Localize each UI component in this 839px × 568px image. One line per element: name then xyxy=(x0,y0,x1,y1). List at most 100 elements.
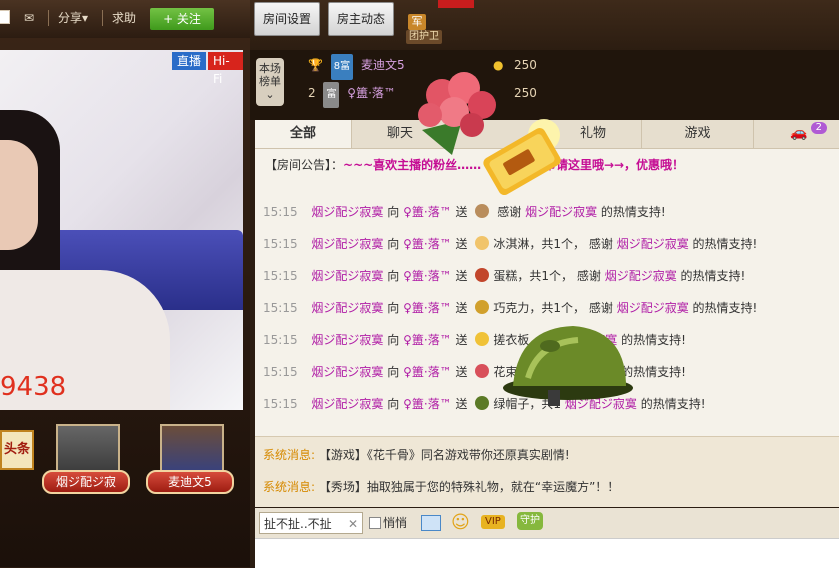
emoji-icon[interactable]: ☺ xyxy=(451,512,470,533)
message-time: 15:15 xyxy=(263,237,298,251)
headline-sign[interactable]: 头条 xyxy=(0,430,34,470)
owner-dynamics-button[interactable]: 房主动态 xyxy=(328,2,395,36)
action: 送 xyxy=(455,269,468,283)
rank-label-text: 本场榜单 xyxy=(259,62,281,88)
gift-icon xyxy=(475,332,490,346)
recipient-select[interactable]: 扯不扯..不扯 ✕ xyxy=(259,512,363,534)
close-icon[interactable]: ✕ xyxy=(348,513,358,535)
receiver-name[interactable]: ♀簠·落™ xyxy=(403,397,452,411)
recipient-label: 扯不扯..不扯 xyxy=(264,517,332,531)
sender-name[interactable]: 烟ジ配ジ寂寞 xyxy=(311,301,383,315)
level-badge: 富 xyxy=(323,82,340,108)
sender-name[interactable]: 烟ジ配ジ寂寞 xyxy=(311,205,383,219)
message-time: 15:15 xyxy=(263,365,298,379)
gift-icon xyxy=(475,204,490,218)
avatar-name: 麦迪文5 xyxy=(146,470,234,494)
end-text: 的热情支持! xyxy=(692,301,758,315)
gift-text: 冰淇淋，共1个， xyxy=(493,237,586,251)
message-time: 15:15 xyxy=(263,301,298,315)
rank-score: 250 xyxy=(514,86,537,100)
announce-text: ~~~喜欢主播的粉丝…… xyxy=(343,158,482,172)
car-icon[interactable]: 🚗 xyxy=(790,125,807,141)
rank-row[interactable]: 2 富 ♀簠·落™ 250 xyxy=(308,80,537,108)
sender-name[interactable]: 烟ジ配ジ寂寞 xyxy=(311,397,383,411)
trophy-icon: 🏆 xyxy=(308,58,323,72)
thanks-text: 感谢 xyxy=(576,269,601,283)
army-icon: 军 xyxy=(408,14,426,30)
action: 送 xyxy=(455,237,468,251)
receiver-name[interactable]: ♀簠·落™ xyxy=(403,301,452,315)
avatar-name: 烟ジ配ジ寂 xyxy=(42,470,130,494)
list-item: 15:15 烟ジ配ジ寂寞 向 ♀簠·落™ 送 感谢 烟ジ配ジ寂寞 的热情支持! xyxy=(263,202,666,222)
checkbox[interactable] xyxy=(0,10,10,24)
input-toolbar: 扯不扯..不扯 ✕ 悄悄 ☺ VIP 守护 xyxy=(255,508,839,538)
list-item: 15:15 烟ジ配ジ寂寞 向 ♀簠·落™ 送 冰淇淋，共1个， 感谢 烟ジ配ジ寂… xyxy=(263,234,757,254)
image-icon[interactable] xyxy=(421,515,441,531)
room-toolbar: 房间设置 房主动态 军 团护卫 xyxy=(250,0,839,50)
hifi-badge[interactable]: Hi-Fi xyxy=(208,52,243,86)
rank-label[interactable]: 本场榜单 ⌄ xyxy=(256,58,284,106)
divider xyxy=(48,10,49,26)
thanks-user[interactable]: 烟ジ配ジ寂寞 xyxy=(525,205,597,219)
share-button[interactable]: 分享▾ xyxy=(58,8,88,28)
left-toolbar: ✉ 分享▾ 求助 + 关注 xyxy=(0,0,250,38)
thanks-text: 感谢 xyxy=(497,205,522,219)
vip-icon[interactable]: VIP xyxy=(481,515,505,529)
thanks-user[interactable]: 烟ジ配ジ寂寞 xyxy=(617,301,689,315)
cart-badge: 2 xyxy=(810,122,827,134)
message-input[interactable] xyxy=(255,538,839,568)
rank-list: 本场榜单 ⌄ 🏆 8富 麦迪文5 ● 250 2 富 ♀簠·落™ 250 xyxy=(250,50,839,120)
receiver-name[interactable]: ♀簠·落™ xyxy=(403,333,452,347)
system-tag: 系统消息: xyxy=(263,448,316,462)
rank-score: 250 xyxy=(514,58,537,72)
receiver-name[interactable]: ♀簠·落™ xyxy=(403,365,452,379)
system-text: 【秀场】抽取独属于您的特殊礼物，就在“幸运魔方”！！ xyxy=(318,480,620,494)
action: 送 xyxy=(455,365,468,379)
system-tag: 系统消息: xyxy=(263,480,316,494)
green-helmet-icon xyxy=(503,326,633,406)
whisper-label: 悄悄 xyxy=(383,516,408,530)
list-item: 15:15 烟ジ配ジ寂寞 向 ♀簠·落™ 送 绿帽子，共1 烟ジ配ジ寂寞 的热情… xyxy=(263,394,706,414)
mail-icon[interactable]: ✉ xyxy=(24,8,34,28)
gift-icon xyxy=(475,364,490,378)
video-stream[interactable]: 直播 Hi-Fi xyxy=(0,50,243,410)
streamer-face xyxy=(0,140,38,250)
popularity-counter: 9438 xyxy=(0,372,67,402)
sender-name[interactable]: 烟ジ配ジ寂寞 xyxy=(311,269,383,283)
action: 送 xyxy=(455,301,468,315)
action: 送 xyxy=(455,205,468,219)
thanks-user[interactable]: 烟ジ配ジ寂寞 xyxy=(617,237,689,251)
gift-icon xyxy=(475,236,490,250)
action: 送 xyxy=(455,333,468,347)
receiver-name[interactable]: ♀簠·落™ xyxy=(403,237,452,251)
right-panel: 房间设置 房主动态 军 团护卫 本场榜单 ⌄ 🏆 8富 麦迪文5 ● 250 2 … xyxy=(250,0,839,568)
room-settings-button[interactable]: 房间设置 xyxy=(254,2,321,36)
sender-name[interactable]: 烟ジ配ジ寂寞 xyxy=(311,365,383,379)
chevron-down-icon: ⌄ xyxy=(265,88,275,101)
share-label: 分享 xyxy=(58,11,83,25)
guard-label: 团护卫 xyxy=(406,30,442,44)
live-badge: 直播 xyxy=(172,52,207,70)
receiver-name[interactable]: ♀簠·落™ xyxy=(403,205,452,219)
system-message: 系统消息: 【秀场】抽取独属于您的特殊礼物，就在“幸运魔方”！！ xyxy=(263,477,619,497)
follow-button[interactable]: + 关注 xyxy=(150,8,214,30)
level-badge: 8富 xyxy=(330,54,354,80)
sender-name[interactable]: 烟ジ配ジ寂寞 xyxy=(311,237,383,251)
verb: 向 xyxy=(387,397,400,411)
list-item: 15:15 烟ジ配ジ寂寞 向 ♀簠·落™ 送 巧克力，共1个， 感谢 烟ジ配ジ寂… xyxy=(263,298,757,318)
receiver-name[interactable]: ♀簠·落™ xyxy=(403,269,452,283)
thanks-user[interactable]: 烟ジ配ジ寂寞 xyxy=(605,269,677,283)
help-button[interactable]: 求助 xyxy=(112,8,136,28)
whisper-checkbox[interactable] xyxy=(369,517,381,529)
guard-button[interactable]: 军 团护卫 xyxy=(406,14,442,44)
tab-game[interactable]: 游戏 xyxy=(642,120,754,148)
verb: 向 xyxy=(387,301,400,315)
message-time: 15:15 xyxy=(263,205,298,219)
sender-name[interactable]: 烟ジ配ジ寂寞 xyxy=(311,333,383,347)
message-time: 15:15 xyxy=(263,397,298,411)
tab-all[interactable]: 全部 xyxy=(255,120,352,148)
rank-row[interactable]: 🏆 8富 麦迪文5 ● 250 xyxy=(308,52,537,80)
guard-icon[interactable]: 守护 xyxy=(517,512,543,530)
end-text: 的热情支持! xyxy=(640,397,706,411)
end-text: 的热情支持! xyxy=(680,269,746,283)
